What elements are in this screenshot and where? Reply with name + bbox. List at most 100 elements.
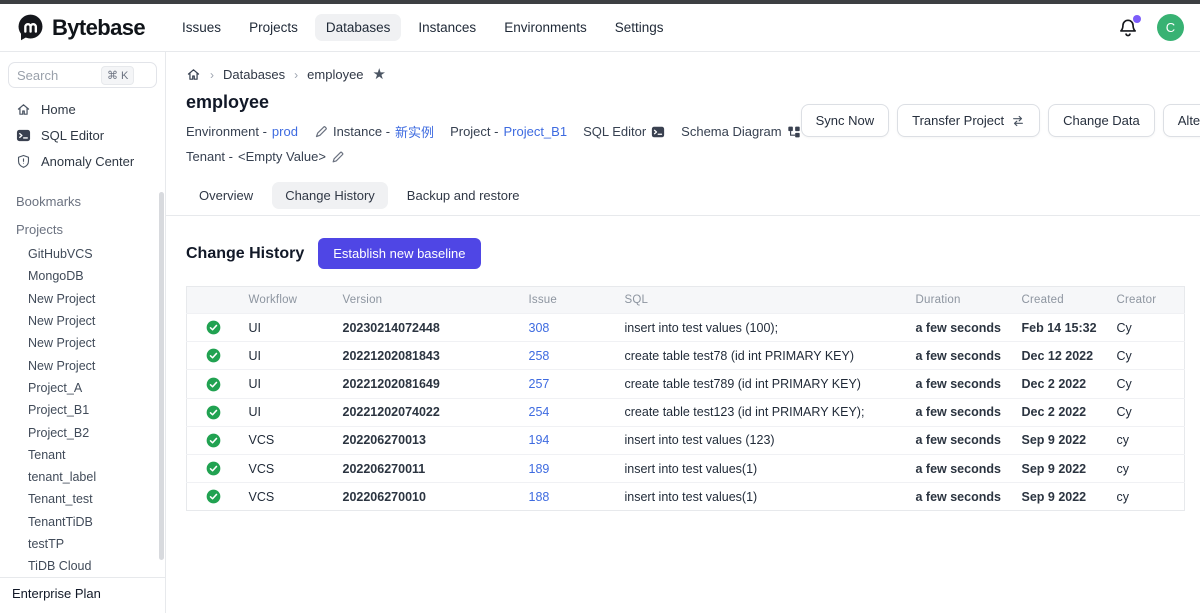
topnav-item-environments[interactable]: Environments [493,14,598,41]
instance-label: Instance - [333,124,390,139]
sidebar-scroll-area: ⌘ K HomeSQL EditorAnomaly Center Bookmar… [0,52,165,577]
search-input[interactable] [17,68,101,83]
sidebar-item-sql-editor[interactable]: SQL Editor [0,122,165,148]
edit-pencil-icon[interactable] [331,150,345,164]
sync-now-button[interactable]: Sync Now [801,104,890,137]
tenant-label: Tenant - [186,149,233,164]
topnav-item-instances[interactable]: Instances [407,14,487,41]
topnav-item-settings[interactable]: Settings [604,14,675,41]
tab-overview[interactable]: Overview [186,182,266,209]
cell-sql: insert into test values (123) [617,426,908,454]
sidebar-project-tidb-cloud[interactable]: TiDB Cloud [0,555,165,577]
sidebar-project-testtp[interactable]: testTP [0,533,165,555]
environment-label: Environment - [186,124,267,139]
topnav-menu: IssuesProjectsDatabasesInstancesEnvironm… [171,14,674,41]
change-history-table: WorkflowVersionIssueSQLDurationCreatedCr… [186,286,1185,511]
tab-backup-and-restore[interactable]: Backup and restore [394,182,533,209]
page-header-left: employee Environment - prod Instance - [186,92,801,172]
table-row[interactable]: VCS 202206270010 188 insert into test va… [187,483,1185,511]
shield-icon [16,153,32,169]
environment-link[interactable]: prod [272,124,298,139]
topnav-item-databases[interactable]: Databases [315,14,402,41]
search-box[interactable]: ⌘ K [8,62,157,88]
cell-created: Sep 9 2022 [1014,426,1109,454]
cell-duration: a few seconds [908,314,1014,342]
home-icon[interactable] [186,67,201,82]
topnav-item-projects[interactable]: Projects [238,14,309,41]
breadcrumb-separator: › [210,68,214,82]
sidebar-project-tenant-test[interactable]: Tenant_test [0,488,165,510]
sidebar-project-githubvcs[interactable]: GitHubVCS [0,243,165,265]
project-link[interactable]: Project_B1 [503,124,567,139]
alter-schema-button[interactable]: Alter Schema [1163,104,1200,137]
sidebar-project-project-a[interactable]: Project_A [0,377,165,399]
cell-creator: Cy [1109,398,1185,426]
sidebar-project-tenant[interactable]: Tenant [0,444,165,466]
bytebase-logo-icon [16,13,45,42]
sidebar-projects-list: GitHubVCSMongoDBNew ProjectNew ProjectNe… [0,243,165,577]
sidebar-project-project-b2[interactable]: Project_B2 [0,421,165,443]
cell-creator: Cy [1109,314,1185,342]
cell-version: 20230214072448 [335,314,521,342]
issue-link[interactable]: 257 [529,377,550,391]
transfer-project-button[interactable]: Transfer Project [897,104,1040,137]
sidebar-project-tenanttidb[interactable]: TenantTiDB [0,511,165,533]
table-row[interactable]: UI 20221202081843 258 create table test7… [187,342,1185,370]
favorite-star-icon[interactable]: ★ [373,67,386,82]
breadcrumb-employee[interactable]: employee [307,67,363,82]
bytebase-logo[interactable]: Bytebase [16,13,145,42]
change-data-button[interactable]: Change Data [1048,104,1155,137]
cell-version: 202206270010 [335,483,521,511]
issue-link[interactable]: 258 [529,349,550,363]
establish-baseline-button[interactable]: Establish new baseline [318,238,480,269]
sidebar-project-new-project[interactable]: New Project [0,288,165,310]
sidebar-project-new-project[interactable]: New Project [0,310,165,332]
sidebar-item-label: SQL Editor [41,128,104,143]
table-row[interactable]: UI 20221202074022 254 create table test1… [187,398,1185,426]
avatar[interactable]: C [1157,14,1184,41]
sidebar-item-home[interactable]: Home [0,96,165,122]
page-actions: Sync Now Transfer Project Change Data Alter… [801,104,1200,172]
cell-version: 20221202081843 [335,342,521,370]
cell-creator: Cy [1109,370,1185,398]
table-row[interactable]: VCS 202206270013 194 insert into test va… [187,426,1185,454]
table-row[interactable]: VCS 202206270011 189 insert into test va… [187,455,1185,483]
sidebar-project-mongodb[interactable]: MongoDB [0,265,165,287]
button-label: Alter Schema [1178,113,1200,128]
button-label: Transfer Project [912,113,1004,128]
issue-link[interactable]: 188 [529,490,550,504]
column-header-issue: Issue [521,287,617,314]
cell-workflow: VCS [241,455,335,483]
cell-workflow: VCS [241,483,335,511]
sql-editor-shortcut[interactable]: SQL Editor [583,124,665,139]
tab-change-history[interactable]: Change History [272,182,388,209]
cell-created: Dec 12 2022 [1014,342,1109,370]
cell-sql: create table test78 (id int PRIMARY KEY) [617,342,908,370]
cell-duration: a few seconds [908,398,1014,426]
schema-diagram-shortcut[interactable]: Schema Diagram [681,124,800,139]
breadcrumb-databases[interactable]: Databases [223,67,285,82]
sidebar-item-anomaly-center[interactable]: Anomaly Center [0,148,165,174]
instance-link[interactable]: 新实例 [395,122,434,141]
sidebar-project-new-project[interactable]: New Project [0,354,165,376]
issue-link[interactable]: 308 [529,321,550,335]
cell-sql: create table test123 (id int PRIMARY KEY… [617,398,908,426]
table-row[interactable]: UI 20221202081649 257 create table test7… [187,370,1185,398]
cell-creator: cy [1109,455,1185,483]
plan-badge[interactable]: Enterprise Plan [0,577,165,613]
topnav-item-issues[interactable]: Issues [171,14,232,41]
notifications-button[interactable] [1117,17,1139,39]
issue-link[interactable]: 254 [529,405,550,419]
sidebar-project-tenant-label[interactable]: tenant_label [0,466,165,488]
issue-link[interactable]: 189 [529,462,550,476]
meta-line-2: Tenant - <Empty Value> [186,149,801,164]
sidebar-project-project-b1[interactable]: Project_B1 [0,399,165,421]
sidebar-scrollbar[interactable] [159,192,164,560]
success-check-icon [206,376,221,390]
top-navigation-bar: Bytebase IssuesProjectsDatabasesInstance… [0,4,1200,52]
table-row[interactable]: UI 20230214072448 308 insert into test v… [187,314,1185,342]
issue-link[interactable]: 194 [529,433,550,447]
environment-meta: Environment - prod [186,124,298,139]
search-shortcut-kbd: ⌘ K [101,66,134,85]
sidebar-project-new-project[interactable]: New Project [0,332,165,354]
